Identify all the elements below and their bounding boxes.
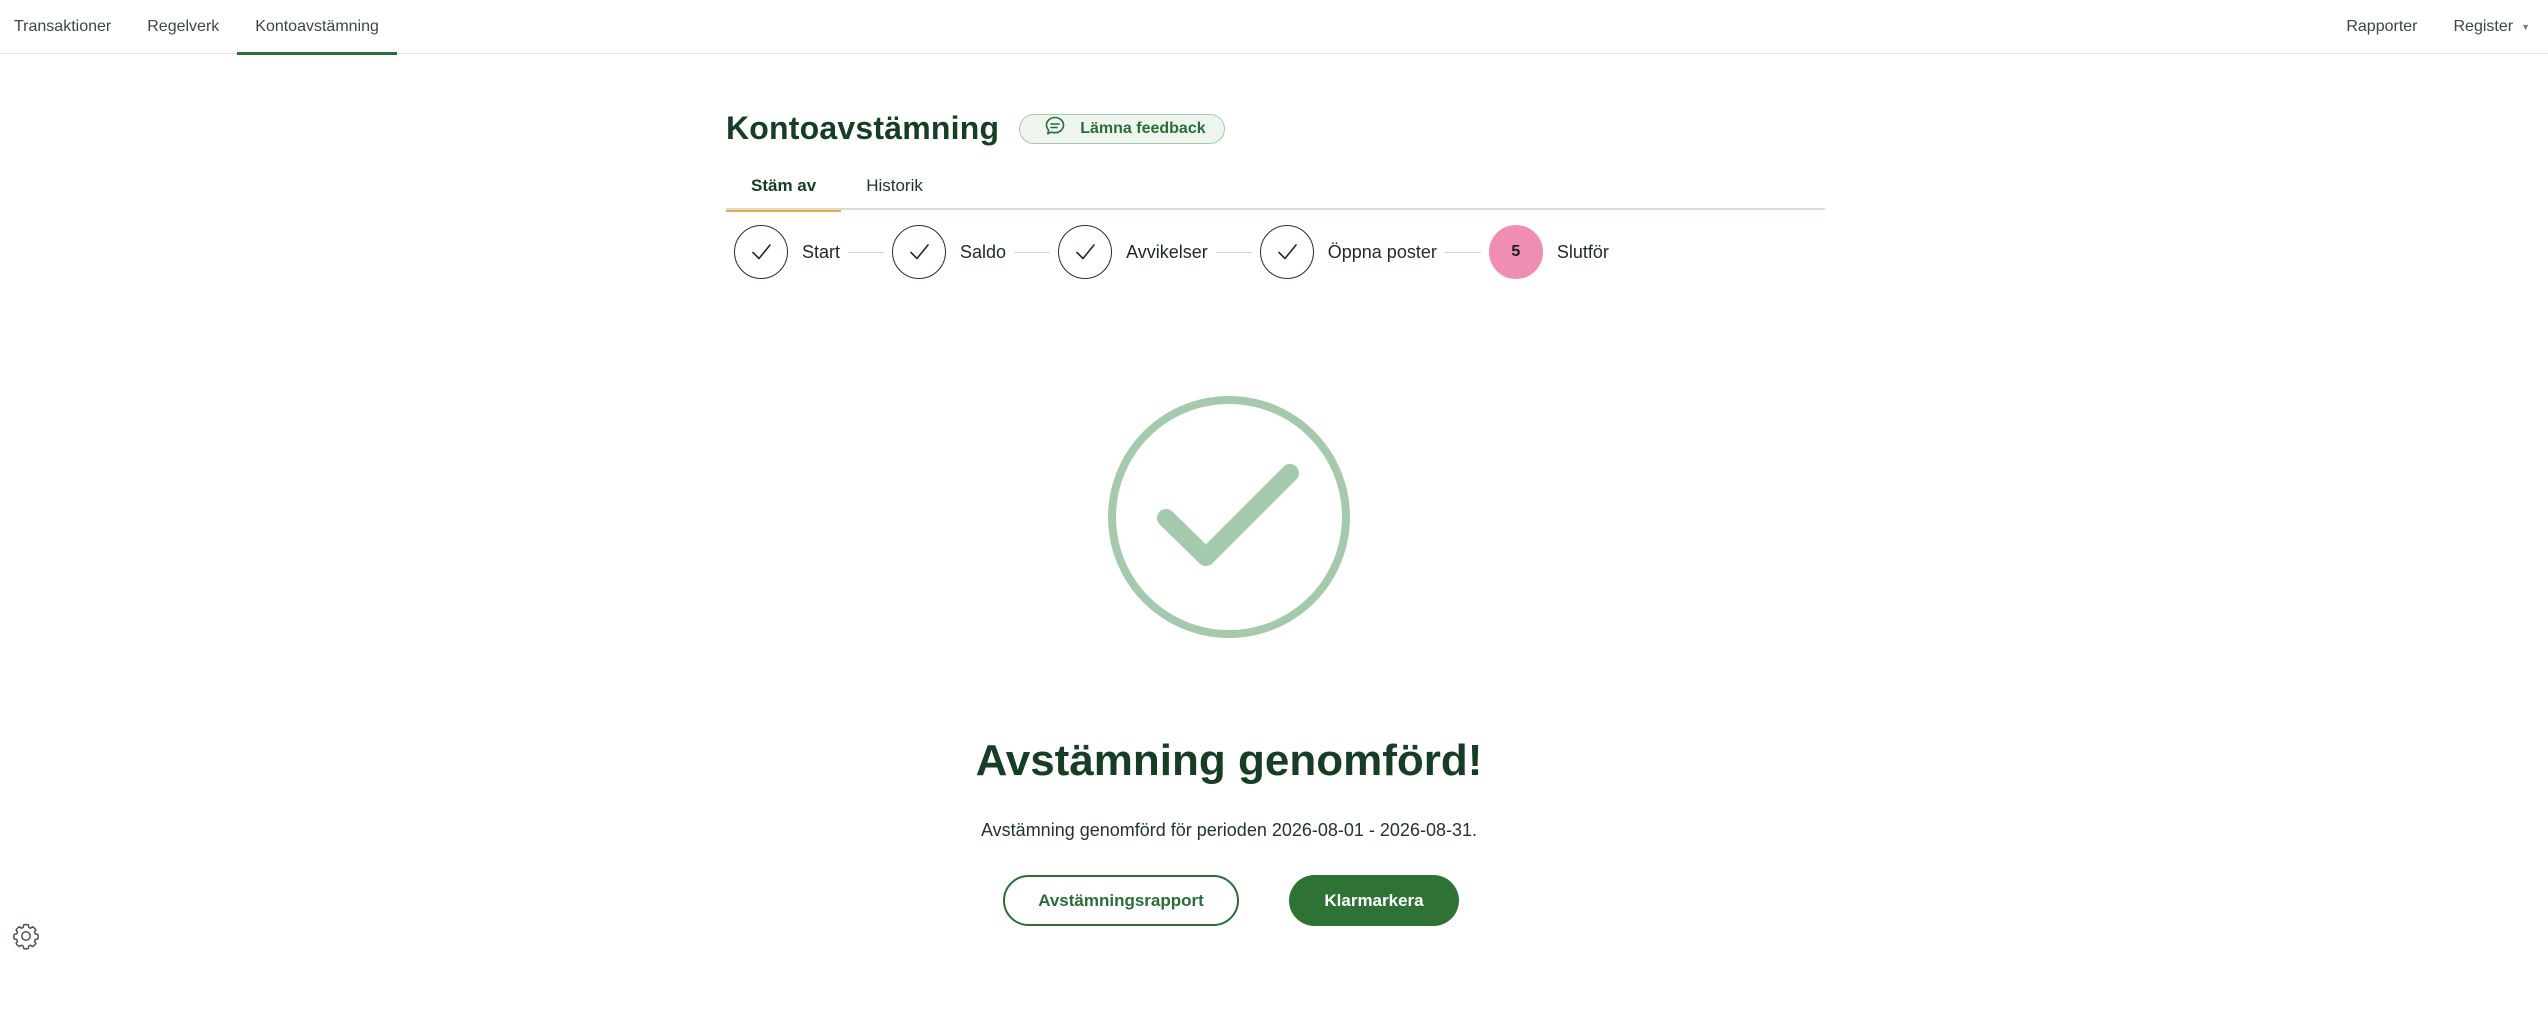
step-label-avvikelser: Avvikelser — [1126, 241, 1208, 262]
step-oppna-poster[interactable]: Öppna poster — [1259, 225, 1437, 279]
title-row: Kontoavstämning Lämna feedback — [726, 110, 1225, 147]
step-connector — [848, 251, 885, 253]
step-avvikelser[interactable]: Avvikelser — [1058, 225, 1208, 279]
nav-left-group: Transaktioner Regelverk Kontoavstämning — [0, 0, 397, 55]
nav-item-register[interactable]: Register ▼ — [2436, 0, 2548, 54]
nav-item-rapporter[interactable]: Rapporter — [2328, 0, 2435, 54]
stepper: Start Saldo Avvikelser Öppna poster 5 Sl… — [734, 224, 1609, 280]
top-navigation: Transaktioner Regelverk Kontoavstämning … — [0, 0, 2548, 55]
step-connector — [1014, 251, 1051, 253]
complete-button[interactable]: Klarmarkera — [1289, 875, 1459, 926]
tab-historik[interactable]: Historik — [841, 162, 948, 210]
step-label-oppna-poster: Öppna poster — [1327, 241, 1437, 262]
page-title: Kontoavstämning — [726, 110, 1000, 146]
chevron-down-icon: ▼ — [2521, 22, 2530, 32]
nav-right-group: Rapporter Register ▼ — [2328, 0, 2548, 54]
checkmark-icon — [1259, 225, 1314, 279]
success-check-icon — [1108, 396, 1350, 638]
step-label-start: Start — [802, 241, 841, 262]
tab-bar: Stäm av Historik — [726, 162, 1825, 212]
checkmark-icon — [734, 225, 788, 279]
step-saldo[interactable]: Saldo — [892, 225, 1006, 279]
nav-item-kontoavstamning[interactable]: Kontoavstämning — [237, 0, 397, 55]
step-label-saldo: Saldo — [960, 241, 1007, 262]
feedback-button[interactable]: Lämna feedback — [1019, 113, 1225, 144]
feedback-label: Lämna feedback — [1080, 119, 1206, 137]
step-label-slutfor: Slutför — [1556, 241, 1609, 262]
action-buttons: Avstämningsrapport Klarmarkera — [1003, 875, 1459, 926]
step-number-badge: 5 — [1488, 225, 1543, 279]
checkmark-icon — [1058, 225, 1113, 279]
step-connector — [1444, 251, 1481, 253]
nav-item-regelverk[interactable]: Regelverk — [129, 0, 237, 54]
register-label: Register — [2453, 18, 2514, 35]
nav-item-transaktioner[interactable]: Transaktioner — [0, 0, 129, 54]
tab-stam-av[interactable]: Stäm av — [726, 162, 842, 212]
success-message: Avstämning genomförd för perioden 2026-0… — [981, 820, 1477, 840]
success-panel: Avstämning genomförd! Avstämning genomfö… — [0, 0, 2548, 1019]
step-connector — [1215, 251, 1252, 253]
step-start[interactable]: Start — [734, 225, 840, 279]
success-heading: Avstämning genomförd! — [975, 736, 1483, 785]
report-button[interactable]: Avstämningsrapport — [1003, 875, 1239, 926]
step-slutfor[interactable]: 5 Slutför — [1488, 225, 1609, 279]
chat-bubble-icon — [1044, 115, 1066, 142]
gear-icon[interactable] — [10, 920, 42, 952]
checkmark-icon — [892, 225, 947, 279]
